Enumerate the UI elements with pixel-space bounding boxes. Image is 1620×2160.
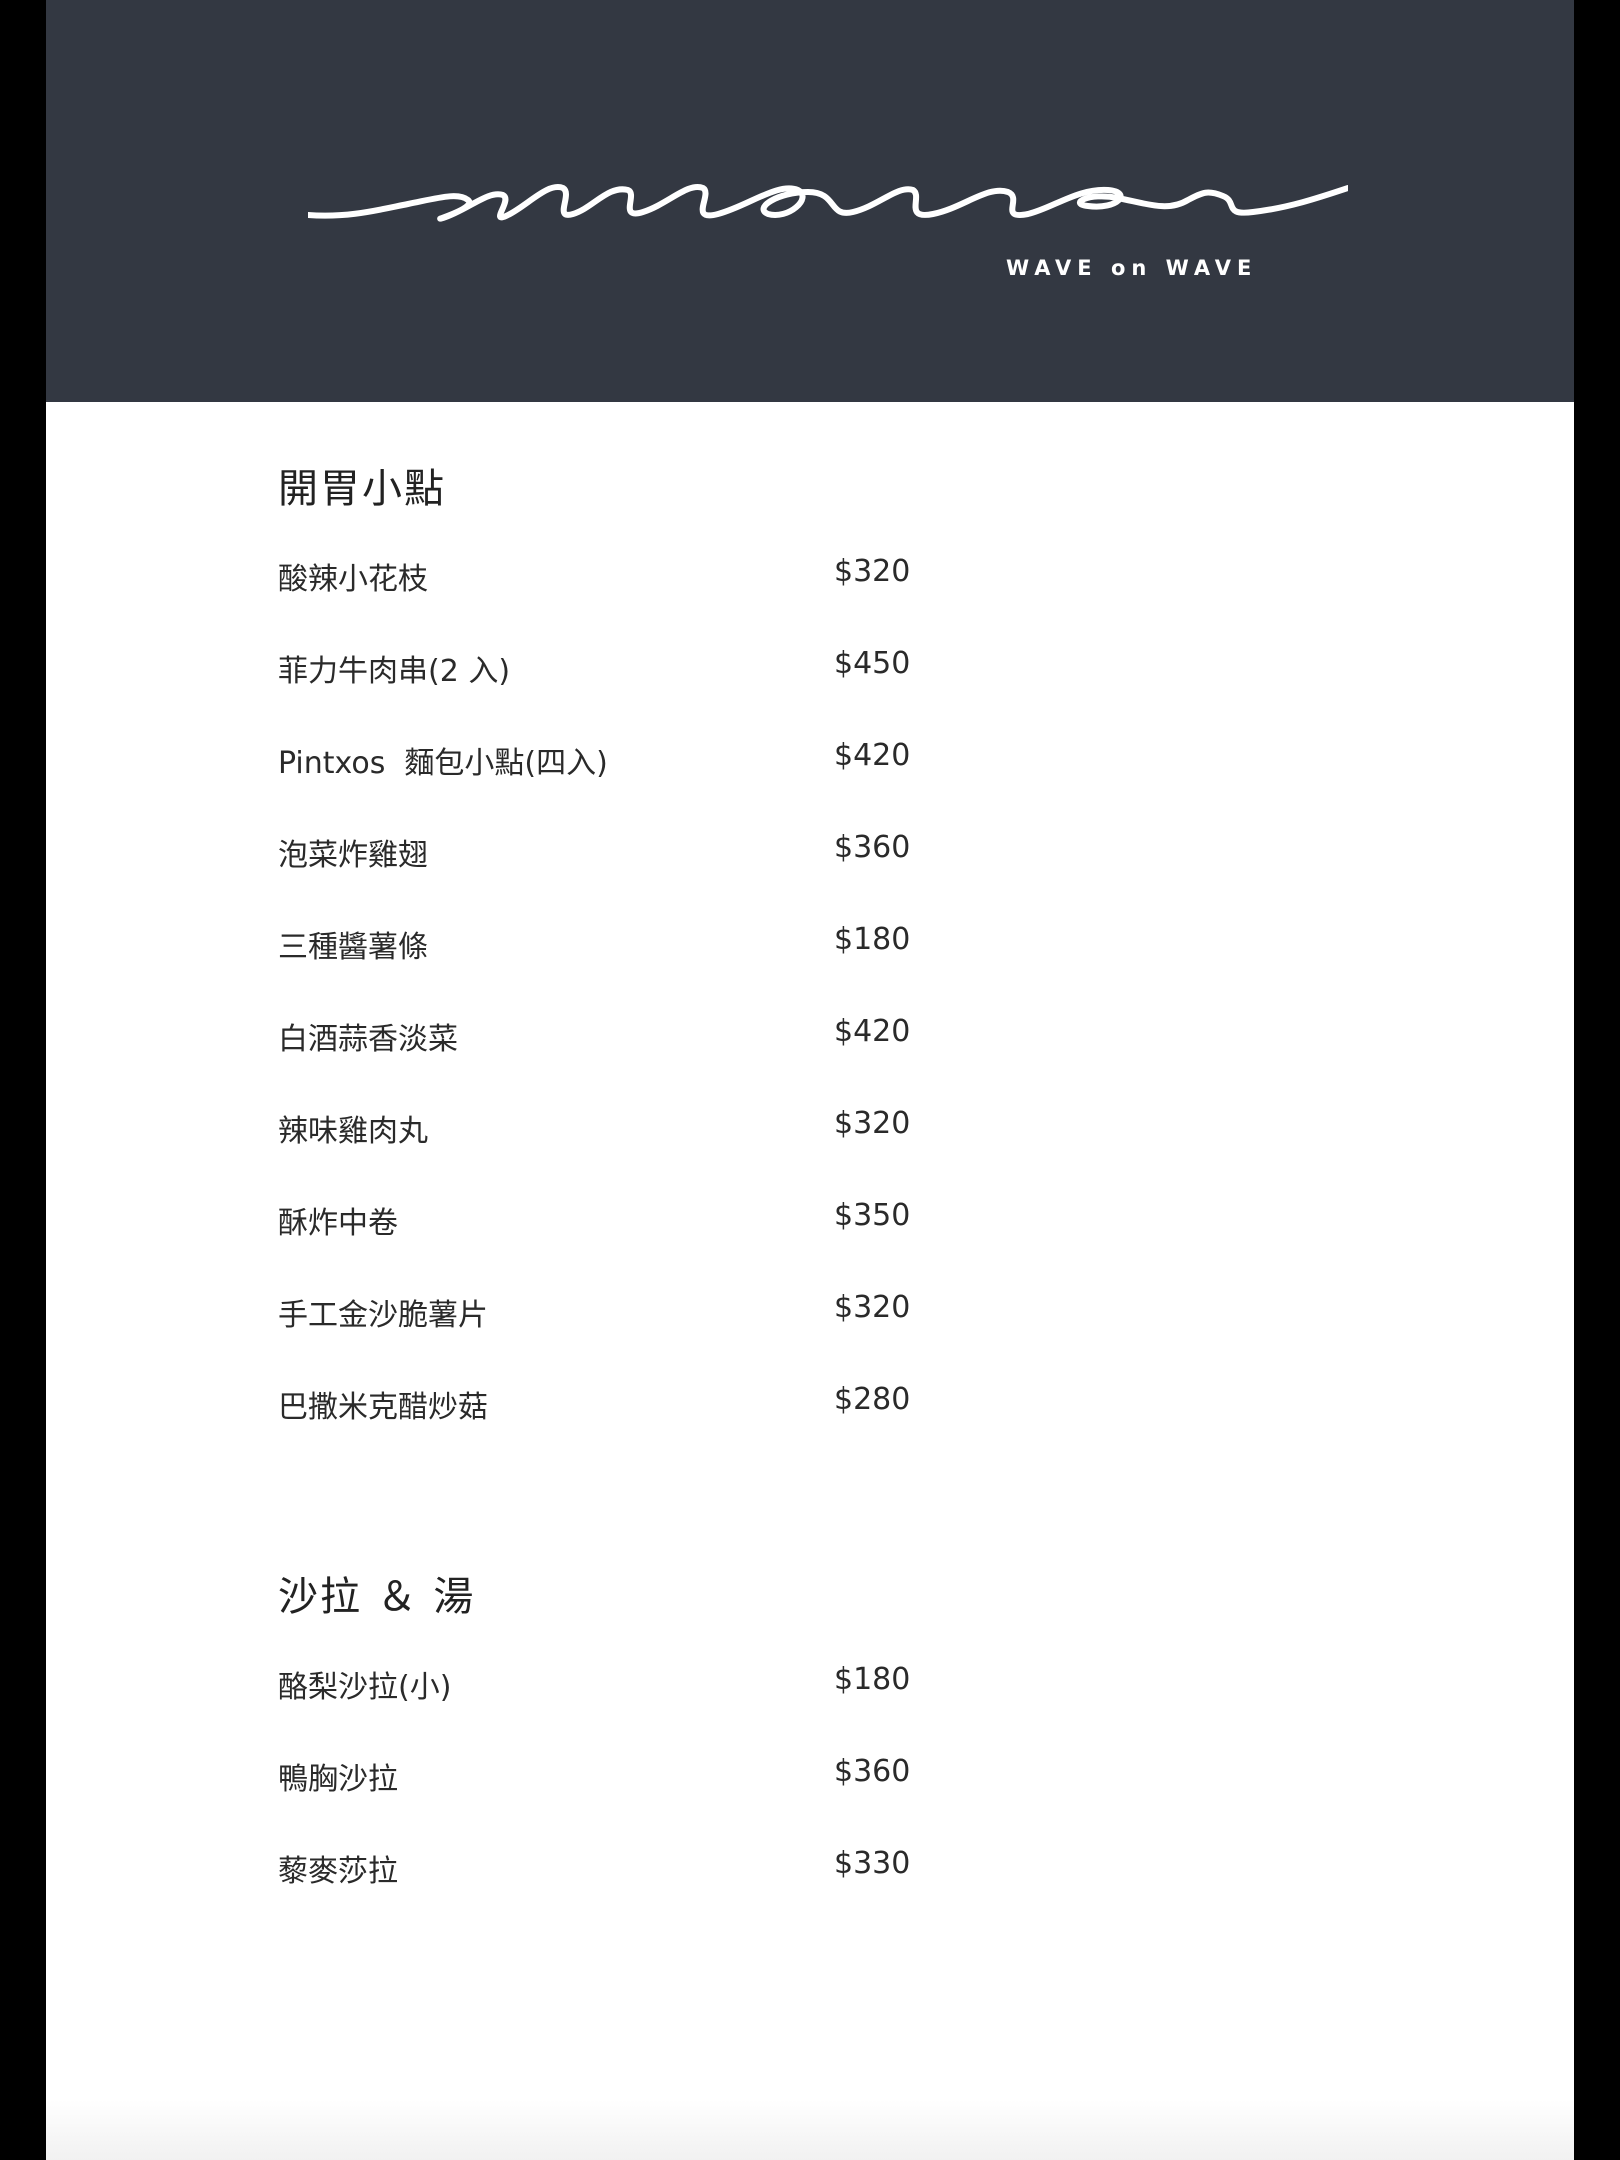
item-price: $320 — [834, 554, 911, 589]
menu-item: 辣味雞肉丸 $320 — [278, 1106, 978, 1156]
item-price: $360 — [834, 1754, 911, 1789]
item-name: 三種醬薯條 — [278, 930, 428, 965]
menu-item: 鴨胸沙拉 $360 — [278, 1754, 978, 1804]
item-price: $350 — [834, 1198, 911, 1233]
item-name: 辣味雞肉丸 — [278, 1114, 428, 1149]
item-name: 藜麥莎拉 — [278, 1854, 398, 1889]
menu-item: 菲力牛肉串(2 入) $450 — [278, 646, 978, 696]
menu-item: 巴撒米克醋炒菇 $280 — [278, 1382, 978, 1432]
item-name: 菲力牛肉串(2 入) — [278, 654, 511, 689]
item-price: $320 — [834, 1290, 911, 1325]
menu-item: 藜麥莎拉 $330 — [278, 1846, 978, 1896]
item-price: $180 — [834, 1662, 911, 1697]
item-price: $330 — [834, 1846, 911, 1881]
item-name: 酥炸中卷 — [278, 1206, 398, 1241]
item-name: 泡菜炸雞翅 — [278, 838, 428, 873]
item-price: $280 — [834, 1382, 911, 1417]
item-price: $180 — [834, 922, 911, 957]
item-price: $320 — [834, 1106, 911, 1141]
menu-item: 三種醬薯條 $180 — [278, 922, 978, 972]
item-name: 酪梨沙拉(小) — [278, 1670, 452, 1705]
item-price: $450 — [834, 646, 911, 681]
menu-page: WAVE on WAVE 開胃小點 酸辣小花枝 $320 菲力牛肉串(2 入) … — [46, 0, 1574, 2160]
item-name: 白酒蒜香淡菜 — [278, 1022, 458, 1057]
brand-tagline: WAVE on WAVE — [1006, 256, 1258, 280]
menu-item: 酸辣小花枝 $320 — [278, 554, 978, 604]
menu-item: Pintxos 麵包小點(四入) $420 — [278, 738, 978, 788]
menu-header: WAVE on WAVE — [46, 0, 1574, 402]
item-name: 酸辣小花枝 — [278, 562, 428, 597]
menu-item: 泡菜炸雞翅 $360 — [278, 830, 978, 880]
item-name: Pintxos 麵包小點(四入) — [278, 746, 608, 781]
item-name: 巴撒米克醋炒菇 — [278, 1390, 488, 1425]
item-price: $360 — [834, 830, 911, 865]
menu-item: 白酒蒜香淡菜 $420 — [278, 1014, 978, 1064]
item-name: 鴨胸沙拉 — [278, 1762, 398, 1797]
wave-script-logo — [308, 184, 1348, 222]
item-name: 手工金沙脆薯片 — [278, 1298, 488, 1333]
menu-item: 酥炸中卷 $350 — [278, 1198, 978, 1248]
section-title-salad-soup: 沙拉 ＆ 湯 — [278, 1574, 476, 1620]
section-title-appetizers: 開胃小點 — [278, 466, 446, 512]
item-price: $420 — [834, 738, 911, 773]
menu-item: 手工金沙脆薯片 $320 — [278, 1290, 978, 1340]
item-price: $420 — [834, 1014, 911, 1049]
menu-item: 酪梨沙拉(小) $180 — [278, 1662, 978, 1712]
